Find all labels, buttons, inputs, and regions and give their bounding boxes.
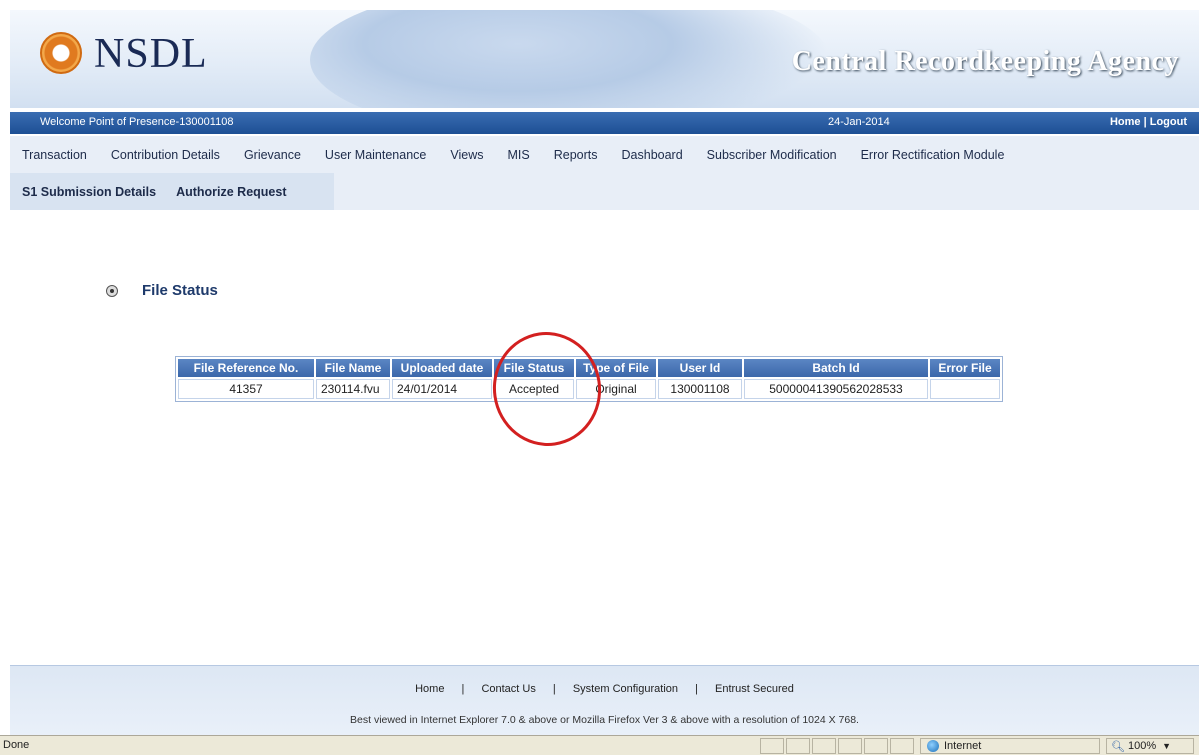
header-banner: NSDL Central Recordkeeping Agency — [10, 10, 1199, 108]
col-user-id: User Id — [658, 359, 742, 377]
status-pane — [838, 738, 862, 754]
zone-label: Internet — [944, 740, 982, 752]
cell-user-id: 130001108 — [658, 379, 742, 399]
menu-item-views[interactable]: Views — [438, 148, 495, 162]
session-links: Home | Logout — [1110, 116, 1187, 128]
submenu-item-authorize-request[interactable]: Authorize Request — [176, 185, 306, 199]
status-pane — [786, 738, 810, 754]
col-error-file: Error File — [930, 359, 1000, 377]
page-title: File Status — [142, 282, 218, 299]
col-uploaded-date: Uploaded date — [392, 359, 492, 377]
file-status-table: File Reference No. File Name Uploaded da… — [175, 356, 1003, 402]
main-content: File Status File Reference No. File Name… — [10, 210, 1199, 665]
col-file-name: File Name — [316, 359, 390, 377]
menu-item-error-rectification[interactable]: Error Rectification Module — [849, 148, 1017, 162]
footer-system-configuration-link[interactable]: System Configuration — [573, 683, 678, 695]
browser-status-bar: Done Internet 🔍︎ 100% ▼ — [0, 735, 1199, 755]
menu-item-reports[interactable]: Reports — [542, 148, 610, 162]
sub-menu: S1 Submission Details Authorize Request — [10, 173, 1199, 210]
menu-item-contribution-details[interactable]: Contribution Details — [99, 148, 232, 162]
section-header: File Status — [106, 282, 218, 299]
zoom-icon: 🔍︎ — [1111, 740, 1125, 753]
menu-item-transaction[interactable]: Transaction — [10, 148, 99, 162]
cell-file-status: Accepted — [494, 379, 574, 399]
welcome-bar: Welcome Point of Presence-130001108 24-J… — [10, 112, 1199, 134]
current-date: 24-Jan-2014 — [828, 116, 890, 128]
status-pane — [864, 738, 888, 754]
status-text: Done — [3, 739, 30, 751]
cell-type-of-file: Original — [576, 379, 656, 399]
nsdl-logo-icon — [40, 32, 82, 74]
col-batch-id: Batch Id — [744, 359, 928, 377]
status-pane — [890, 738, 914, 754]
chevron-down-icon[interactable]: ▼ — [1162, 741, 1171, 751]
footer-separator: | — [461, 683, 465, 695]
submenu-item-s1-submission-details[interactable]: S1 Submission Details — [22, 185, 176, 199]
footer-home-link[interactable]: Home — [415, 683, 444, 695]
zoom-level: 100% — [1127, 740, 1157, 752]
menu-item-subscriber-modification[interactable]: Subscriber Modification — [695, 148, 849, 162]
bullet-icon — [106, 284, 118, 297]
header-swoosh — [310, 10, 830, 108]
globe-icon — [927, 740, 939, 752]
cell-uploaded-date: 24/01/2014 — [392, 379, 492, 399]
footer-separator: | — [695, 683, 698, 695]
browser-note: Best viewed in Internet Explorer 7.0 & a… — [350, 714, 859, 726]
home-link[interactable]: Home — [1110, 116, 1141, 128]
footer: Home | Contact Us | System Configuration… — [10, 665, 1199, 735]
table-header-row: File Reference No. File Name Uploaded da… — [178, 359, 1000, 377]
table-row: 41357 230114.fvu 24/01/2014 Accepted Ori… — [178, 379, 1000, 399]
status-panes — [760, 738, 916, 754]
agency-title: Central Recordkeeping Agency — [791, 46, 1179, 77]
main-menu: Transaction Contribution Details Grievan… — [10, 136, 1199, 173]
welcome-text: Welcome Point of Presence-130001108 — [40, 116, 234, 128]
logout-link[interactable]: Logout — [1150, 116, 1187, 128]
cell-batch-id: 50000041390562028533 — [744, 379, 928, 399]
col-type-of-file: Type of File — [576, 359, 656, 377]
status-pane — [760, 738, 784, 754]
security-zone[interactable]: Internet — [920, 738, 1100, 754]
cell-error-file[interactable] — [930, 379, 1000, 399]
footer-entrust-link[interactable]: Entrust Secured — [715, 683, 794, 695]
footer-separator: | — [552, 683, 556, 695]
sub-menu-group: S1 Submission Details Authorize Request — [10, 173, 334, 210]
menu-item-dashboard[interactable]: Dashboard — [610, 148, 695, 162]
logo-text: NSDL — [94, 31, 208, 77]
status-pane — [812, 738, 836, 754]
link-separator: | — [1143, 116, 1147, 128]
footer-links: Home | Contact Us | System Configuration… — [10, 683, 1199, 695]
menu-item-user-maintenance[interactable]: User Maintenance — [313, 148, 438, 162]
col-file-status: File Status — [494, 359, 574, 377]
zoom-control[interactable]: 🔍︎ 100% ▼ — [1106, 738, 1194, 754]
col-file-reference: File Reference No. — [178, 359, 314, 377]
cell-file-name: 230114.fvu — [316, 379, 390, 399]
menu-item-mis[interactable]: MIS — [496, 148, 542, 162]
cell-file-reference: 41357 — [178, 379, 314, 399]
footer-contact-link[interactable]: Contact Us — [481, 683, 535, 695]
menu-item-grievance[interactable]: Grievance — [232, 148, 313, 162]
